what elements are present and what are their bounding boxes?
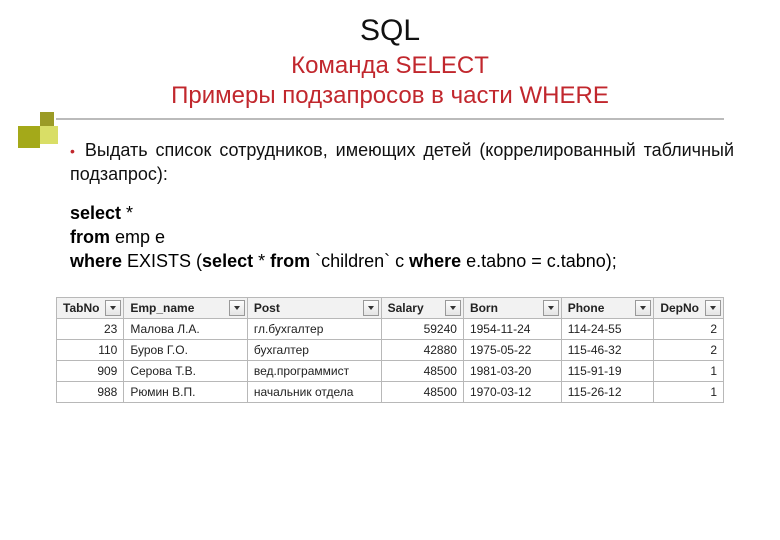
divider — [56, 118, 724, 120]
cell-born: 1970-03-12 — [463, 382, 561, 403]
slide-header: SQL Команда SELECT Примеры подзапросов в… — [0, 0, 780, 110]
dropdown-icon[interactable] — [105, 300, 121, 316]
cell-phone: 115-91-19 — [561, 361, 654, 382]
cell-depno: 2 — [654, 340, 724, 361]
dropdown-icon[interactable] — [445, 300, 461, 316]
table-header-row: TabNo Emp_name Post Salary Born Phone De… — [57, 298, 724, 319]
cell-tabno: 988 — [57, 382, 124, 403]
cell-depno: 2 — [654, 319, 724, 340]
cell-post: гл.бухгалтер — [247, 319, 381, 340]
cell-emp-name: Малова Л.А. — [124, 319, 247, 340]
cell-phone: 114-24-55 — [561, 319, 654, 340]
col-header-phone[interactable]: Phone — [561, 298, 654, 319]
title-subtitle-2: Примеры подзапросов в части WHERE — [0, 82, 780, 110]
cell-born: 1975-05-22 — [463, 340, 561, 361]
cell-post: начальник отдела — [247, 382, 381, 403]
cell-emp-name: Буров Г.О. — [124, 340, 247, 361]
cell-depno: 1 — [654, 382, 724, 403]
col-header-salary[interactable]: Salary — [381, 298, 463, 319]
cell-phone: 115-46-32 — [561, 340, 654, 361]
cell-salary: 59240 — [381, 319, 463, 340]
col-header-post[interactable]: Post — [247, 298, 381, 319]
code-line-3: where EXISTS (select * from `children` c… — [70, 249, 734, 273]
dropdown-icon[interactable] — [543, 300, 559, 316]
cell-salary: 48500 — [381, 361, 463, 382]
cell-salary: 42880 — [381, 340, 463, 361]
table-row: 110 Буров Г.О. бухгалтер 42880 1975-05-2… — [57, 340, 724, 361]
result-table: TabNo Emp_name Post Salary Born Phone De… — [56, 297, 724, 403]
cell-born: 1981-03-20 — [463, 361, 561, 382]
code-line-1: select * — [70, 201, 734, 225]
dropdown-icon[interactable] — [705, 300, 721, 316]
code-line-2: from emp e — [70, 225, 734, 249]
table-row: 909 Серова Т.В. вед.программист 48500 19… — [57, 361, 724, 382]
dropdown-icon[interactable] — [363, 300, 379, 316]
cell-post: вед.программист — [247, 361, 381, 382]
bullet-icon: • — [70, 143, 75, 159]
cell-tabno: 909 — [57, 361, 124, 382]
dropdown-icon[interactable] — [229, 300, 245, 316]
cell-tabno: 110 — [57, 340, 124, 361]
title-main: SQL — [0, 14, 780, 48]
table-row: 988 Рюмин В.П. начальник отдела 48500 19… — [57, 382, 724, 403]
col-header-emp-name[interactable]: Emp_name — [124, 298, 247, 319]
bullet-paragraph: •Выдать список сотрудников, имеющих дете… — [70, 138, 734, 187]
cell-emp-name: Серова Т.В. — [124, 361, 247, 382]
cell-emp-name: Рюмин В.П. — [124, 382, 247, 403]
cell-born: 1954-11-24 — [463, 319, 561, 340]
cell-post: бухгалтер — [247, 340, 381, 361]
col-header-tabno[interactable]: TabNo — [57, 298, 124, 319]
cell-salary: 48500 — [381, 382, 463, 403]
table-body: 23 Малова Л.А. гл.бухгалтер 59240 1954-1… — [57, 319, 724, 403]
sql-code: select * from emp e where EXISTS (select… — [70, 201, 734, 274]
bullet-text: Выдать список сотрудников, имеющих детей… — [70, 140, 734, 184]
title-subtitle-1: Команда SELECT — [0, 52, 780, 80]
col-header-depno[interactable]: DepNo — [654, 298, 724, 319]
result-table-wrap: TabNo Emp_name Post Salary Born Phone De… — [56, 297, 724, 403]
cell-phone: 115-26-12 — [561, 382, 654, 403]
cell-depno: 1 — [654, 361, 724, 382]
col-header-born[interactable]: Born — [463, 298, 561, 319]
table-row: 23 Малова Л.А. гл.бухгалтер 59240 1954-1… — [57, 319, 724, 340]
cell-tabno: 23 — [57, 319, 124, 340]
dropdown-icon[interactable] — [635, 300, 651, 316]
